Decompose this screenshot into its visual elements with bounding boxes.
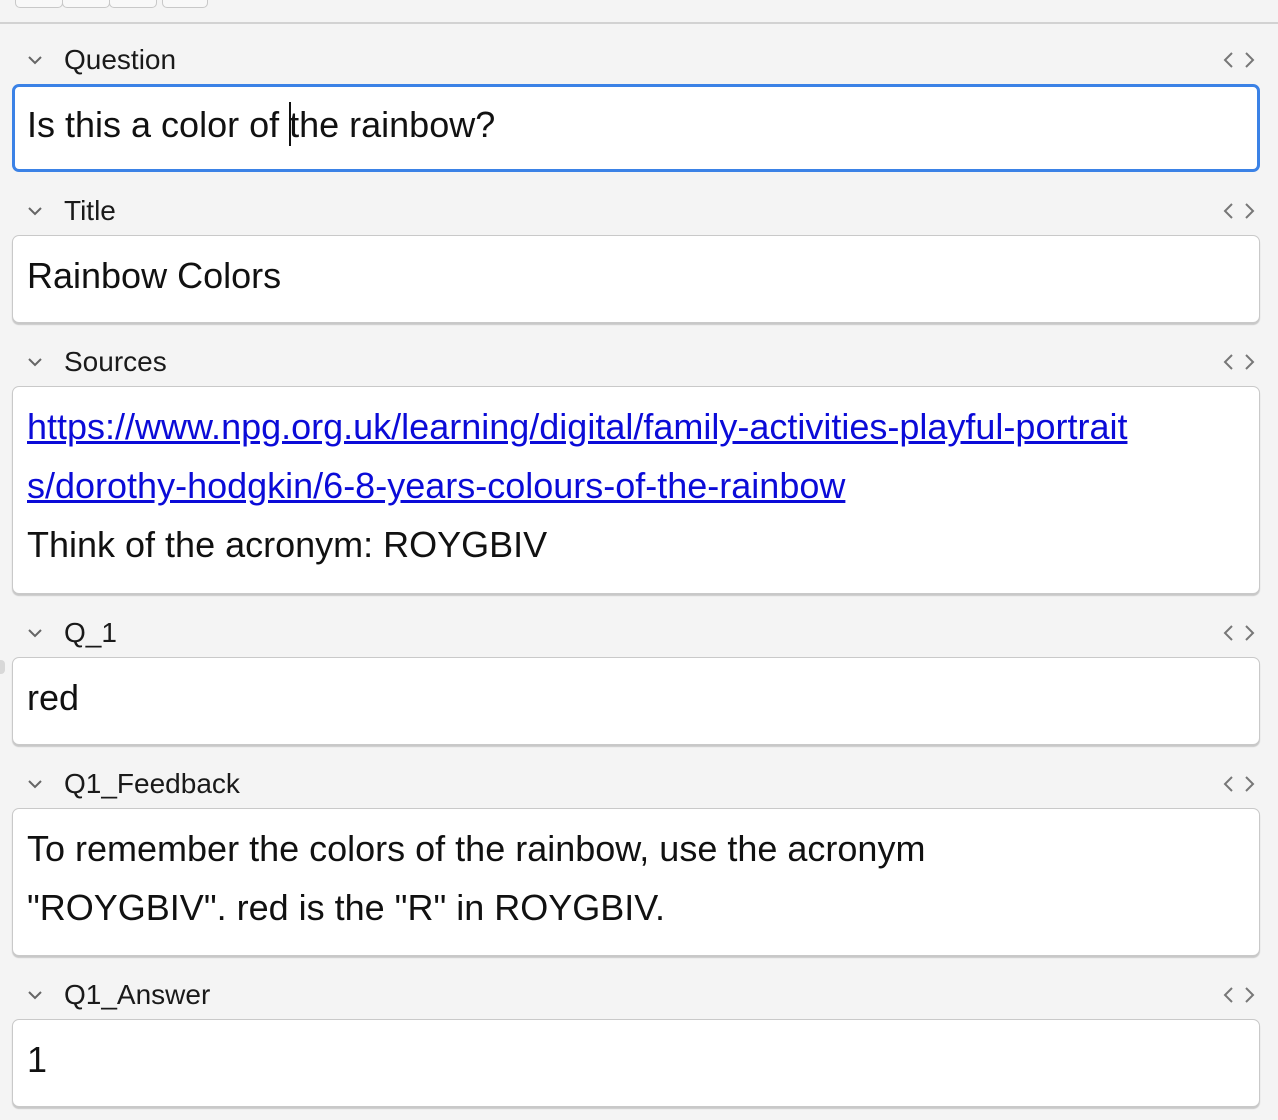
field-label: Question (64, 44, 177, 75)
toolbar-button[interactable] (62, 0, 110, 8)
field-header[interactable]: Q_1 (0, 613, 1278, 653)
chevron-down-icon[interactable] (26, 53, 44, 67)
field-header[interactable]: Question (0, 40, 1278, 80)
field-header[interactable]: Q1_Answer (0, 975, 1278, 1015)
code-brackets-icon[interactable] (1222, 201, 1256, 221)
q1-feedback-input[interactable]: To remember the colors of the rainbow, u… (12, 808, 1260, 956)
chevron-down-icon[interactable] (26, 988, 44, 1002)
field-label: Sources (64, 346, 167, 377)
code-brackets-icon[interactable] (1222, 352, 1256, 372)
q1-answer-text: 1 (27, 1039, 48, 1080)
chevron-down-icon[interactable] (26, 777, 44, 791)
editor-toolbar (0, 0, 1278, 24)
q1-answer-input[interactable]: 1 (12, 1019, 1260, 1107)
field-label: Q1_Answer (64, 979, 211, 1010)
toolbar-button[interactable] (15, 0, 63, 8)
code-brackets-icon[interactable] (1222, 623, 1256, 643)
question-input[interactable]: Is this a color of the rainbow? (12, 84, 1260, 172)
title-input[interactable]: Rainbow Colors (12, 235, 1260, 323)
field-label: Title (64, 195, 116, 226)
chevron-down-icon[interactable] (26, 204, 44, 218)
chevron-down-icon[interactable] (26, 626, 44, 640)
toolbar-button[interactable] (162, 0, 208, 8)
q1-input[interactable]: red (12, 657, 1260, 745)
code-brackets-icon[interactable] (1222, 50, 1256, 70)
chevron-down-icon[interactable] (26, 355, 44, 369)
code-brackets-icon[interactable] (1222, 774, 1256, 794)
code-brackets-icon[interactable] (1222, 985, 1256, 1005)
field-label: Q_1 (64, 617, 117, 648)
source-link-wrap: https://www.npg.org.uk/learning/digital/… (27, 397, 1137, 515)
field-header[interactable]: Title (0, 191, 1278, 231)
q1-feedback-text: To remember the colors of the rainbow, u… (27, 828, 926, 928)
question-text-before-caret: Is this a color of (27, 104, 280, 145)
toolbar-button[interactable] (109, 0, 157, 8)
field-label: Q1_Feedback (64, 768, 240, 799)
q1-text: red (27, 677, 80, 718)
question-text-after-caret: the rainbow? (289, 104, 496, 145)
field-header[interactable]: Sources (0, 342, 1278, 382)
sources-input[interactable]: https://www.npg.org.uk/learning/digital/… (12, 386, 1260, 594)
source-note: Think of the acronym: ROYGBIV (27, 524, 548, 565)
title-text: Rainbow Colors (27, 255, 282, 296)
field-header[interactable]: Q1_Feedback (0, 764, 1278, 804)
source-link[interactable]: https://www.npg.org.uk/learning/digital/… (27, 406, 1127, 506)
resize-handle[interactable] (0, 660, 5, 674)
